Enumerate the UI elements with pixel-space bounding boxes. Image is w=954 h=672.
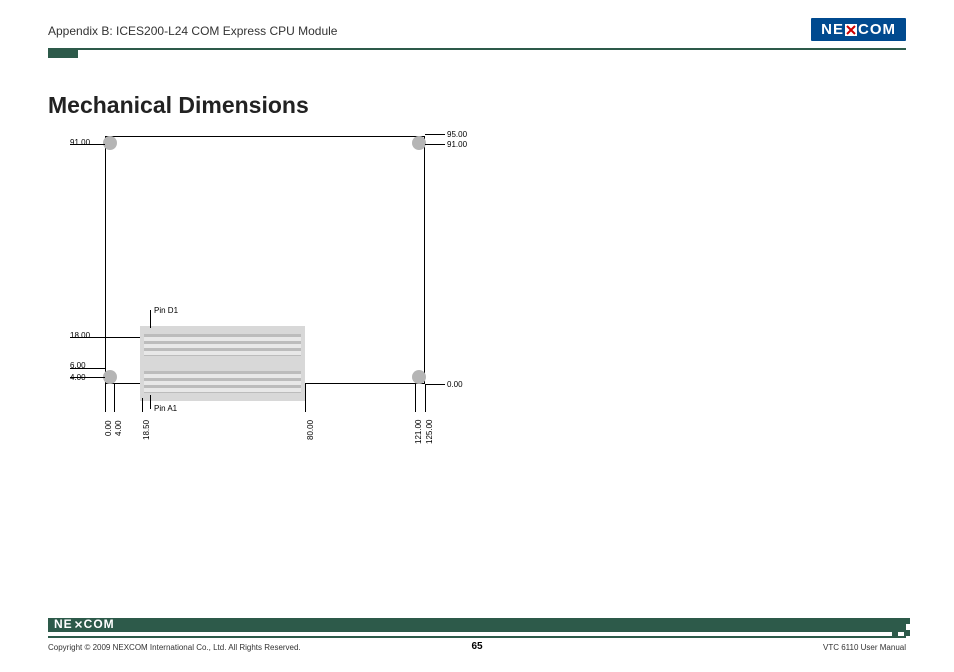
dim-x-80: 80.00 — [306, 420, 315, 440]
dim-y-6: 6.00 — [70, 361, 86, 370]
dim-leader — [105, 384, 106, 412]
dim-leader — [425, 134, 445, 135]
dim-y-95: 95.00 — [447, 130, 467, 139]
dim-y-18: 18.00 — [70, 331, 90, 340]
logo-x-icon — [845, 24, 857, 36]
dim-x-125: 125.00 — [425, 420, 434, 444]
connector-ab — [140, 363, 305, 401]
connector-cd — [140, 326, 305, 364]
brand-prefix-footer: NE — [54, 617, 73, 631]
dim-leader — [415, 384, 416, 412]
brand-suffix: COM — [858, 21, 896, 38]
brand-prefix: NE — [821, 21, 844, 38]
dim-leader — [425, 384, 426, 412]
footer-bar — [48, 618, 906, 632]
mount-hole-bottom-left — [103, 370, 117, 384]
dim-leader — [114, 384, 115, 412]
page-number: 65 — [0, 641, 954, 652]
dim-x-0: 0.00 — [104, 420, 113, 436]
header-tab-accent — [48, 50, 78, 58]
appendix-title: Appendix B: ICES200-L24 COM Express CPU … — [48, 24, 337, 38]
mount-hole-top-right — [412, 136, 426, 150]
mount-hole-bottom-right — [412, 370, 426, 384]
section-heading: Mechanical Dimensions — [48, 92, 309, 119]
footer-decoration-icon — [892, 618, 910, 636]
pin-a1-label: Pin A1 — [154, 404, 177, 413]
manual-name: VTC 6110 User Manual — [823, 643, 906, 652]
pin-d1-leader — [150, 310, 151, 328]
dim-y-91: 91.00 — [70, 138, 90, 147]
header-divider — [48, 48, 906, 50]
dim-leader — [425, 144, 445, 145]
dim-x-4: 4.00 — [114, 420, 123, 436]
logo-x-icon-footer — [74, 620, 83, 629]
brand-suffix-footer: COM — [84, 617, 115, 631]
pin-a1-leader — [150, 395, 151, 409]
dim-x-121: 121.00 — [414, 420, 423, 444]
mount-hole-top-left — [103, 136, 117, 150]
dim-leader — [425, 384, 445, 385]
brand-logo-footer: NE COM — [54, 617, 115, 631]
dim-leader — [142, 398, 143, 412]
dim-y-91r: 91.00 — [447, 140, 467, 149]
footer-bar-thin — [48, 636, 906, 638]
dim-x-18_5: 18.50 — [142, 420, 151, 440]
brand-logo-top: NE COM — [811, 18, 906, 41]
pin-d1-label: Pin D1 — [154, 306, 178, 315]
dim-y-0: 0.00 — [447, 380, 463, 389]
dim-y-4: 4.00 — [70, 373, 86, 382]
dim-leader — [305, 384, 306, 412]
mechanical-diagram: Pin D1 Pin A1 91.00 18.00 6.00 4.00 95.0… — [70, 130, 470, 450]
